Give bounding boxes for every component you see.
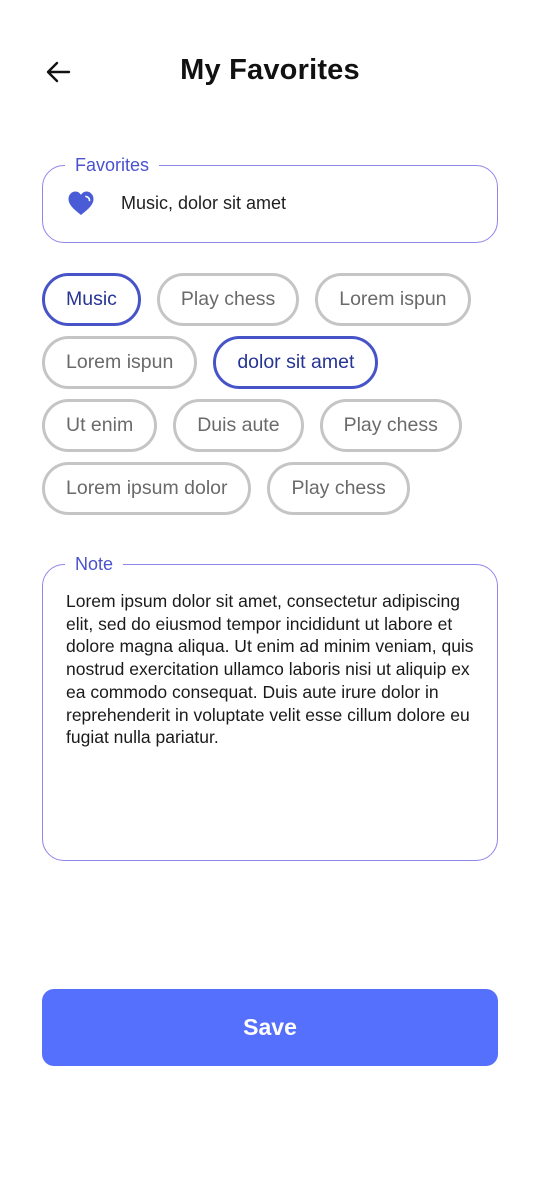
chip[interactable]: Lorem ispun xyxy=(315,273,471,326)
favorites-value: Music, dolor sit amet xyxy=(121,193,287,213)
page-title: My Favorites xyxy=(180,54,360,86)
chip[interactable]: Play chess xyxy=(319,399,462,452)
chip[interactable]: Music xyxy=(42,273,141,326)
chip[interactable]: Play chess xyxy=(156,273,300,326)
favorites-legend: Favorites xyxy=(65,154,160,176)
header: My Favorites xyxy=(0,40,540,104)
note-field[interactable]: Note Lorem ipsum dolor sit amet, consect… xyxy=(42,553,498,861)
chip[interactable]: dolor sit amet xyxy=(213,336,379,389)
chip[interactable]: Duis aute xyxy=(173,399,304,452)
favorites-field[interactable]: Favorites Music, dolor sit amet xyxy=(42,154,498,243)
chip[interactable]: Ut enim xyxy=(42,399,158,452)
heart-icon xyxy=(68,191,94,215)
chip-row: Lorem ispun dolor sit amet xyxy=(42,336,512,389)
note-legend: Note xyxy=(65,553,124,575)
save-button[interactable]: Save xyxy=(42,989,498,1066)
chip-group: Music Play chess Lorem ispun Lorem ispun… xyxy=(42,273,512,525)
chip-row: Music Play chess Lorem ispun xyxy=(42,273,512,326)
chip-row: Ut enim Duis aute Play chess xyxy=(42,399,512,452)
chip[interactable]: Play chess xyxy=(267,462,410,515)
chip-row: Lorem ipsum dolor Play chess xyxy=(42,462,512,515)
note-text[interactable]: Lorem ipsum dolor sit amet, consectetur … xyxy=(66,590,476,749)
chip[interactable]: Lorem ipsum dolor xyxy=(42,462,252,515)
chip[interactable]: Lorem ispun xyxy=(42,336,198,389)
